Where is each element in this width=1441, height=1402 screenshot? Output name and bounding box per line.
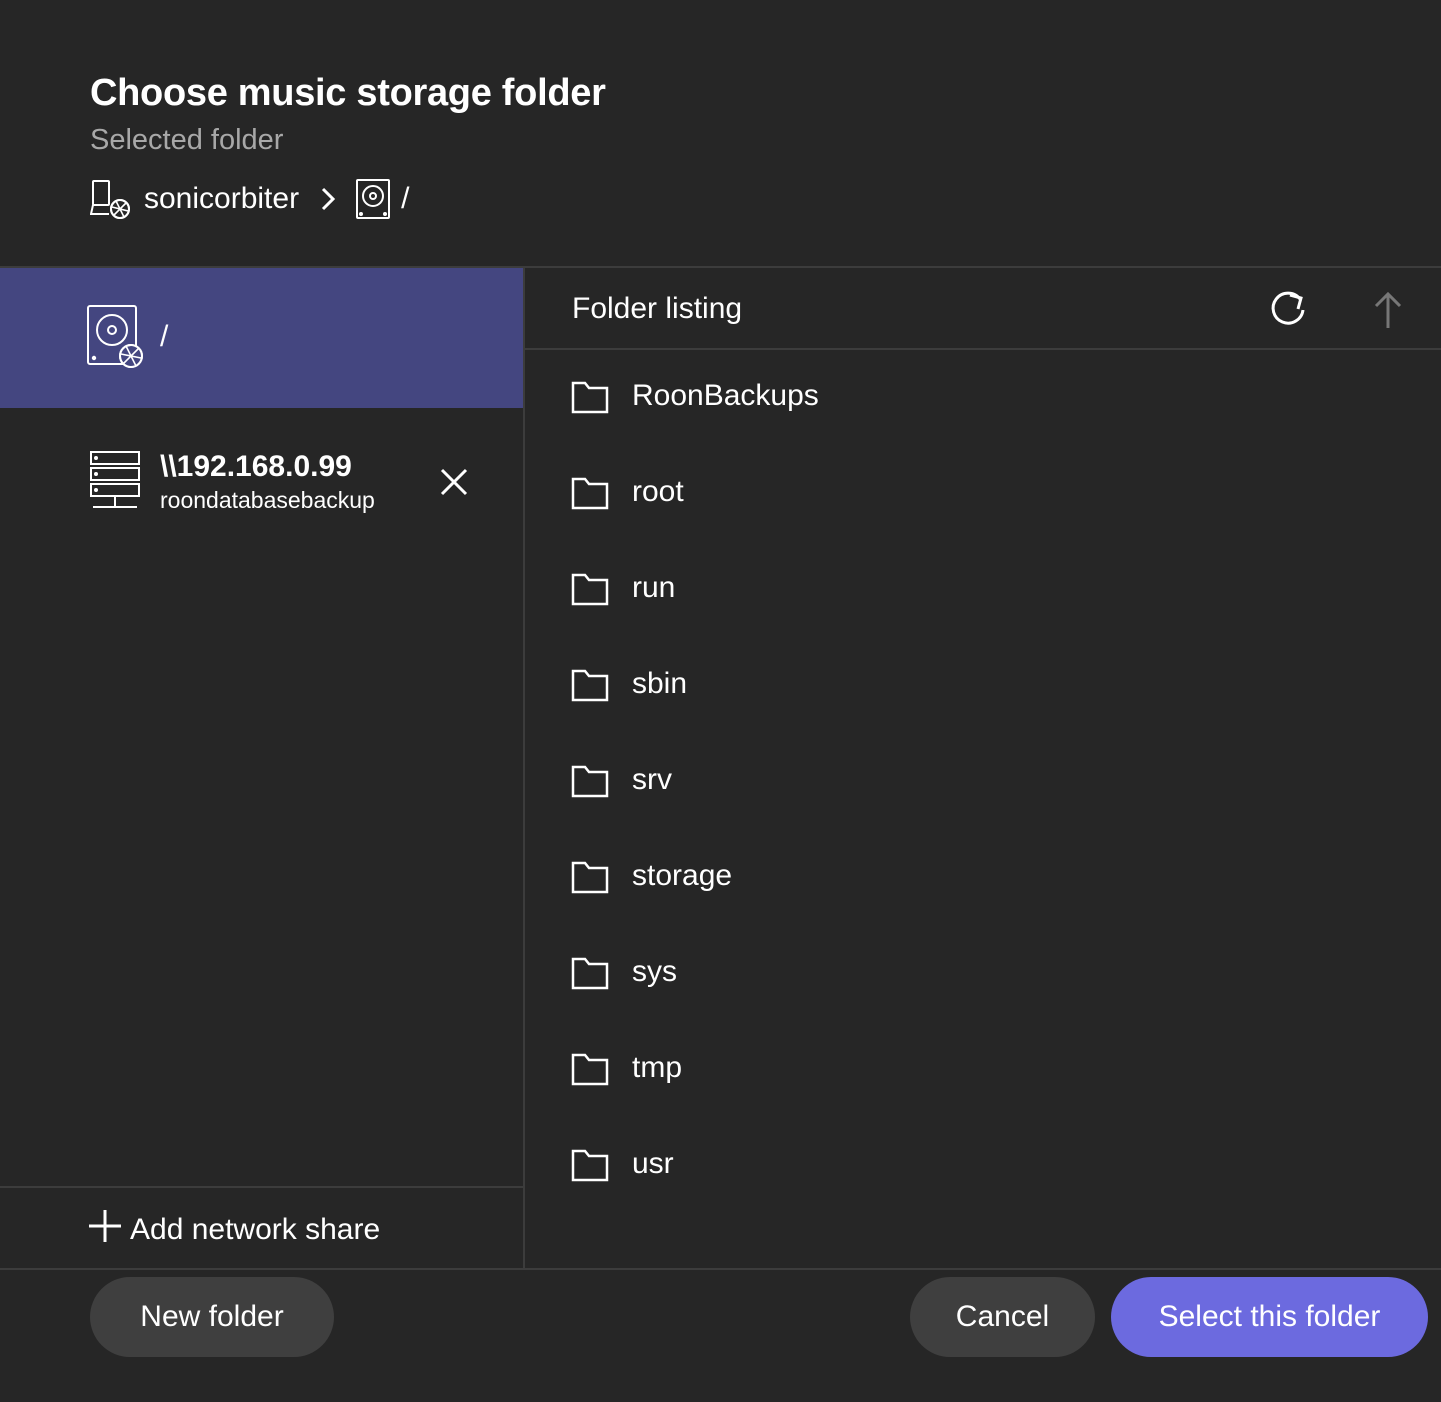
folder-row[interactable]: root <box>525 446 1441 542</box>
folder-icon <box>571 669 609 702</box>
hard-drive-network-icon <box>86 304 146 375</box>
network-share-host: \\192.168.0.99 <box>160 450 352 483</box>
folder-name: srv <box>632 763 672 796</box>
folder-listing-divider <box>525 348 1441 350</box>
folder-listing-panel: Folder listing proc RoonBackups root <box>525 268 1441 1268</box>
add-network-share-button[interactable]: Add network share <box>88 1208 380 1252</box>
dialog-title: Choose music storage folder <box>90 72 606 114</box>
folder-name: sbin <box>632 667 688 700</box>
folder-name: run <box>632 571 676 604</box>
breadcrumb-device[interactable]: sonicorbiter <box>144 182 299 216</box>
selected-folder-label: Selected folder <box>90 124 284 156</box>
sidebar-item-root-drive[interactable]: / <box>0 268 523 408</box>
folder-icon <box>571 861 609 894</box>
folder-icon <box>571 573 609 606</box>
arrow-up-icon[interactable] <box>1368 288 1408 332</box>
folder-icon <box>571 1053 609 1086</box>
folder-row[interactable]: srv <box>525 734 1441 830</box>
chevron-right-icon <box>319 186 337 212</box>
folder-listing-header: Folder listing <box>525 268 1441 348</box>
folder-row[interactable]: RoonBackups <box>525 350 1441 446</box>
select-folder-button[interactable]: Select this folder <box>1111 1277 1428 1357</box>
folder-row[interactable]: usr <box>525 1118 1441 1214</box>
footer-divider <box>0 1268 1441 1270</box>
folder-name: usr <box>632 1147 674 1180</box>
folder-name: storage <box>632 859 733 892</box>
folder-icon <box>571 957 609 990</box>
folder-row[interactable]: storage <box>525 830 1441 926</box>
folder-list: proc RoonBackups root run sbin srv stora… <box>525 350 1441 1268</box>
folder-name: root <box>632 475 684 508</box>
new-folder-button[interactable]: New folder <box>90 1277 334 1357</box>
server-icon <box>89 450 141 515</box>
folder-icon <box>571 477 609 510</box>
folder-name: sys <box>632 955 677 988</box>
folder-name: RoonBackups <box>632 379 819 412</box>
folder-row[interactable]: run <box>525 542 1441 638</box>
folder-row[interactable]: sys <box>525 926 1441 1022</box>
folder-listing-title: Folder listing <box>572 292 743 325</box>
sidebar: / \\192.168.0.99 roondatabasebackup Add … <box>0 268 523 1268</box>
breadcrumb-root[interactable]: / <box>401 182 409 216</box>
sidebar-item-network-share[interactable]: \\192.168.0.99 roondatabasebackup <box>0 408 523 548</box>
breadcrumb: sonicorbiter / <box>90 176 409 222</box>
refresh-icon[interactable] <box>1266 288 1310 332</box>
hard-drive-icon <box>355 178 391 220</box>
network-share-name: roondatabasebackup <box>160 487 375 513</box>
sidebar-item-label: / <box>160 320 169 353</box>
folder-icon <box>571 765 609 798</box>
plus-icon <box>88 1209 130 1251</box>
close-icon[interactable] <box>436 464 472 500</box>
dialog-header: Choose music storage folder Selected fol… <box>0 0 1441 266</box>
device-network-icon <box>90 178 132 220</box>
cancel-button[interactable]: Cancel <box>910 1277 1095 1357</box>
folder-row[interactable]: sbin <box>525 638 1441 734</box>
folder-name: tmp <box>632 1051 683 1084</box>
add-network-share-label: Add network share <box>130 1213 381 1246</box>
folder-icon <box>571 1149 609 1182</box>
folder-icon <box>571 381 609 414</box>
folder-row[interactable]: tmp <box>525 1022 1441 1118</box>
sidebar-divider <box>0 1186 523 1188</box>
